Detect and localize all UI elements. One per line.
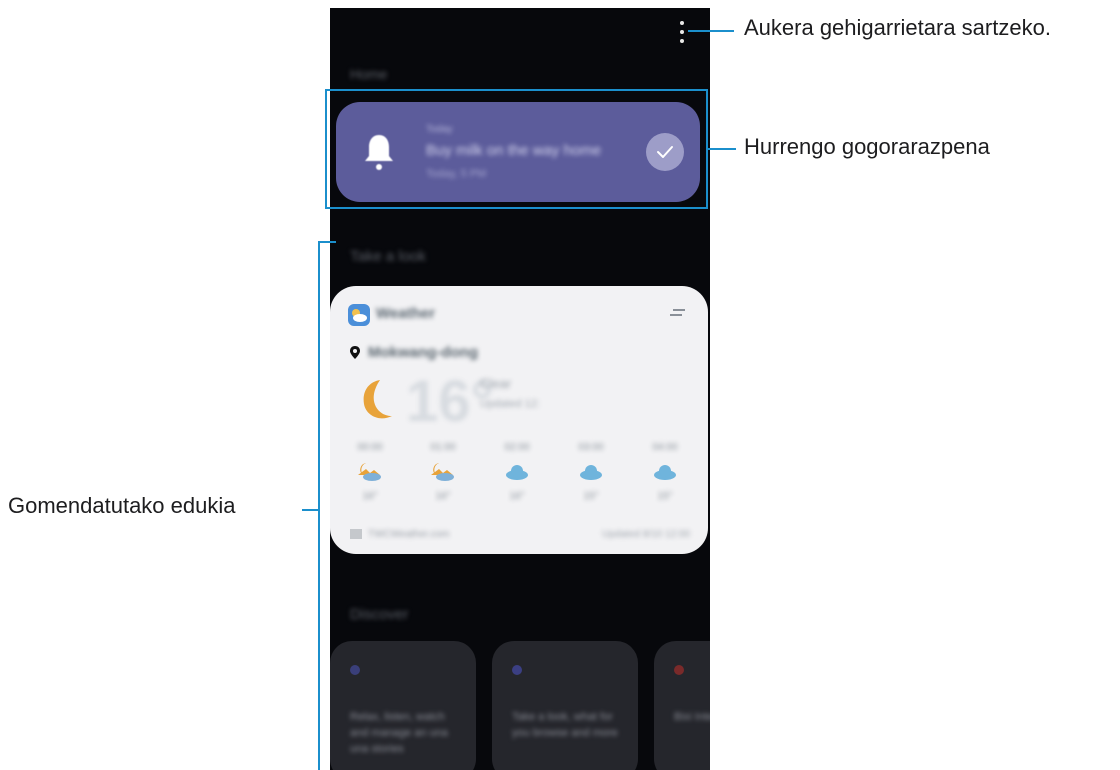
forecast-time: 01:00 xyxy=(430,442,456,453)
callout-next-reminder: Hurrengo gogorarazpena xyxy=(744,134,990,159)
discover-section-label: Discover xyxy=(350,606,409,623)
forecast-time: 04:00 xyxy=(652,442,678,453)
more-vertical-icon xyxy=(680,21,684,25)
discover-card-3[interactable]: Bixi Integr your xyxy=(654,641,710,770)
discover-card-text: Take a look, what for you browse and mor… xyxy=(512,711,618,739)
weather-updated: Updated 8/10 12:00 xyxy=(602,529,690,540)
callout-bracket-top xyxy=(318,241,336,243)
callout-recommended-content: Gomendatutako edukia xyxy=(8,493,236,518)
forecast-hour-1: 00:00 16° xyxy=(340,442,400,502)
source-logo-icon xyxy=(350,529,362,539)
home-section-label: Home xyxy=(350,66,388,82)
moon-cloud-icon xyxy=(356,461,384,483)
discover-card-text: Relax, listen, watch and manage an una u… xyxy=(350,711,448,755)
weather-source[interactable]: TWCWeather.com xyxy=(368,529,450,540)
weather-condition: Clear xyxy=(480,376,512,391)
discover-card-icon xyxy=(674,665,684,675)
forecast-temp: 16° xyxy=(362,491,378,502)
forecast-temp: 15° xyxy=(657,491,673,502)
weather-location: Mokwang-dong xyxy=(368,344,478,361)
weather-card[interactable]: Weather Mokwang-dong 16° Clear Updated 1… xyxy=(330,286,708,554)
forecast-hour-4: 03:00 15° xyxy=(561,442,621,502)
callout-line-reminder xyxy=(708,148,736,150)
forecast-time: 02:00 xyxy=(504,442,530,453)
callout-bracket-recommended xyxy=(318,241,320,770)
more-options-button[interactable] xyxy=(676,21,688,43)
callout-box-reminder xyxy=(325,89,708,209)
forecast-hour-2: 01:00 16° xyxy=(413,442,473,502)
discover-card-2[interactable]: Take a look, what for you browse and mor… xyxy=(492,641,638,770)
forecast-hour-5: 04:00 15° xyxy=(635,442,695,502)
moon-icon xyxy=(363,380,392,419)
more-dot-bottom xyxy=(680,39,684,43)
forecast-time: 00:00 xyxy=(357,442,383,453)
cloud-icon xyxy=(503,461,531,483)
recommended-section-label: Take a look xyxy=(350,248,426,265)
callout-line-recommended xyxy=(302,509,320,511)
discover-card-1[interactable]: Relax, listen, watch and manage an una u… xyxy=(330,641,476,770)
cloud-icon xyxy=(651,461,679,483)
discover-card-text: Bixi Integr your xyxy=(674,711,710,723)
weather-app-icon xyxy=(348,304,370,326)
discover-card-icon xyxy=(512,665,522,675)
more-dot-middle xyxy=(680,30,684,34)
moon-cloud-icon xyxy=(429,461,457,483)
location-pin-icon xyxy=(350,346,360,359)
forecast-temp: 16° xyxy=(435,491,451,502)
discover-card-icon xyxy=(350,665,360,675)
forecast-temp: 16° xyxy=(509,491,525,502)
callout-more-options: Aukera gehigarrietara sartzeko. xyxy=(744,15,1051,40)
cloud-icon xyxy=(577,461,605,483)
forecast-hour-3: 02:00 16° xyxy=(487,442,547,502)
weather-menu-icon[interactable] xyxy=(670,308,686,318)
weather-feels-like: Updated 12: xyxy=(480,398,540,410)
callout-line-more-options xyxy=(688,30,734,32)
forecast-time: 03:00 xyxy=(578,442,604,453)
forecast-temp: 15° xyxy=(583,491,599,502)
weather-app-name: Weather xyxy=(376,305,435,322)
